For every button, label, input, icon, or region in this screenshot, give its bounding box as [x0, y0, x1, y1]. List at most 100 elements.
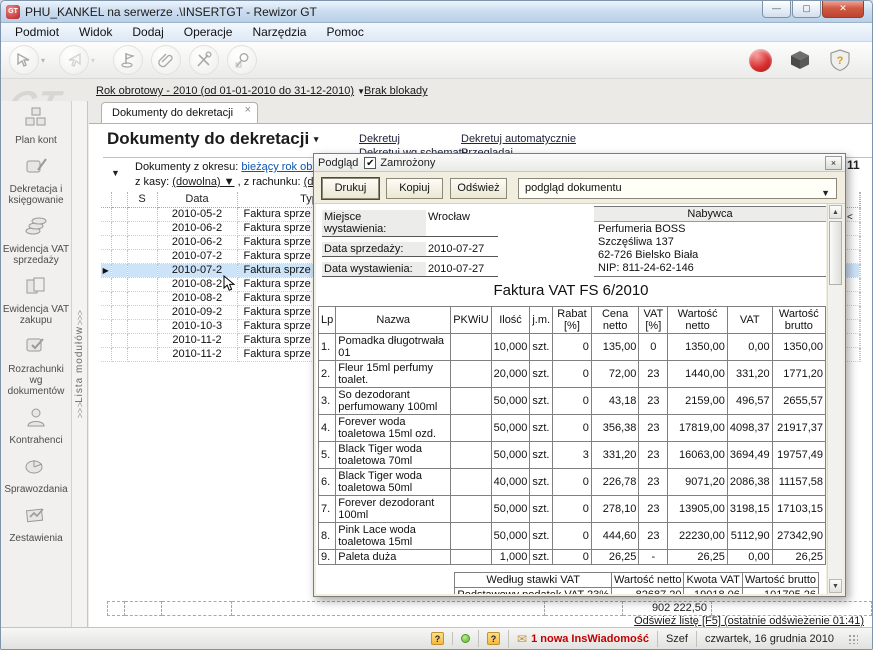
- vat-summary-row: Podstawowy podatek VAT 23% 82687,20 1901…: [455, 588, 819, 595]
- page-title-caret-icon[interactable]: ▾: [314, 134, 319, 144]
- cube-icon[interactable]: [785, 45, 815, 75]
- sidebar-item-sprawozdania[interactable]: Sprawozdania: [1, 450, 71, 499]
- preview-dialog-title: Podgląd: [318, 157, 358, 169]
- flag-icon[interactable]: [113, 45, 143, 75]
- chart-of-accounts-icon: [23, 106, 49, 133]
- date-segment[interactable]: czwartek, 16 grudnia 2010: [696, 631, 842, 647]
- view-mode-select[interactable]: podgląd dokumentu ▼: [518, 178, 837, 199]
- items-header-row: LpNazwaPKWiUIlośćj.m.Rabat [%]Cena netto…: [319, 307, 826, 334]
- preview-dialog-titlebar[interactable]: Podgląd ✔ Zamrożony ×: [314, 154, 845, 172]
- back-dropdown-icon[interactable]: ▾: [41, 56, 45, 65]
- svg-text:?: ?: [837, 55, 844, 67]
- lock-status-link[interactable]: Brak blokady: [364, 85, 428, 97]
- dekretuj-automatycznie-link[interactable]: Dekretuj automatycznie: [461, 133, 576, 145]
- row-marker-icon: [101, 221, 111, 235]
- sidebar-item-plan-kont[interactable]: Plan kont: [1, 101, 71, 150]
- window-title: PHU_KANKEL na serwerze .\INSERTGT - Rewi…: [25, 5, 317, 19]
- search-icon[interactable]: [227, 45, 257, 75]
- sidebar-item-rozrachunki[interactable]: Rozrachunki wg dokumentów: [1, 330, 71, 401]
- row-marker-icon: [101, 291, 111, 305]
- help-indicator-2[interactable]: ?: [478, 630, 508, 647]
- help-indicator-1[interactable]: ?: [423, 630, 452, 647]
- vat-summary-header: Według stawki VATWartość nettoKwota VATW…: [455, 573, 819, 588]
- truncated-column-fragment: <: [847, 212, 853, 223]
- print-button[interactable]: Drukuj: [322, 178, 379, 199]
- maximize-button[interactable]: ▢: [792, 1, 821, 18]
- combo-caret-icon: ▼: [821, 184, 830, 203]
- invoice-item-row: 5. Black Tiger woda toaletowa 70ml 50,00…: [319, 442, 826, 469]
- sidebar-item-dekretacja[interactable]: Dekretacja i księgowanie: [1, 150, 71, 210]
- title-bar: GT PHU_KANKEL na serwerze .\INSERTGT - R…: [1, 1, 872, 23]
- back-icon[interactable]: [9, 45, 39, 75]
- module-strip[interactable]: > > > Lista modułów > > >: [71, 101, 88, 627]
- frozen-checkbox[interactable]: ✔: [364, 157, 376, 169]
- menu-item[interactable]: Dodaj: [122, 23, 173, 41]
- frozen-label: Zamrożony: [380, 157, 435, 169]
- invoice-buyer-block: Nabywca Perfumeria BOSS Szczęśliwa 137 6…: [594, 206, 826, 277]
- menu-item[interactable]: Pomoc: [316, 23, 373, 41]
- mouse-cursor-icon: [223, 275, 236, 297]
- forward-icon[interactable]: [59, 45, 89, 75]
- dekretuj-link[interactable]: Dekretuj: [359, 133, 400, 145]
- scrollbar-thumb[interactable]: [829, 221, 842, 285]
- column-s: S: [127, 192, 157, 207]
- messages-segment[interactable]: ✉ 1 nowa InsWiadomość: [508, 630, 657, 648]
- filter-period-row: Dokumenty z okresu: bieżący rok obrot: [135, 161, 325, 173]
- invoice-item-row: 7. Forever dezodorant 100ml 50,000 szt. …: [319, 496, 826, 523]
- app-icon: GT: [6, 5, 20, 19]
- person-icon: [23, 406, 49, 433]
- page-title: Dokumenty do dekretacji ▾: [107, 129, 318, 149]
- cash-filter-link[interactable]: (dowolna) ▼: [172, 176, 234, 188]
- menu-item[interactable]: Narzędzia: [242, 23, 316, 41]
- menu-item[interactable]: Widok: [69, 23, 122, 41]
- invoice-item-row: 4. Forever woda toaletowa 15ml ozd. 50,0…: [319, 415, 826, 442]
- green-status-icon: [461, 634, 470, 643]
- main-toolbar: ▾ ▾ ?: [1, 42, 872, 79]
- copy-button[interactable]: Kopiuj: [386, 178, 443, 199]
- filter-cash-row: z kasy: (dowolna) ▼ , z rachunku: (do: [135, 176, 320, 188]
- vat-summary-table: Według stawki VATWartość nettoKwota VATW…: [454, 572, 819, 594]
- tools-icon[interactable]: [189, 45, 219, 75]
- fiscal-year-selector[interactable]: Rok obrotowy - 2010 (od 01-01-2010 do 31…: [96, 85, 365, 97]
- preview-dialog: Podgląd ✔ Zamrożony × Drukuj Kopiuj Odśw…: [313, 153, 846, 597]
- invoice-items-table: LpNazwaPKWiUIlośćj.m.Rabat [%]Cena netto…: [318, 306, 826, 565]
- envelope-icon: ✉: [517, 632, 527, 646]
- scroll-down-icon[interactable]: ▼: [829, 579, 842, 593]
- menu-item[interactable]: Podmiot: [5, 23, 69, 41]
- preview-toolbar: Drukuj Kopiuj Odśwież podgląd dokumentu …: [314, 173, 845, 204]
- filter-collapse-icon[interactable]: ▼: [111, 168, 120, 178]
- status-bar: ? ? ✉ 1 nowa InsWiadomość Szef czwartek,…: [1, 627, 872, 649]
- tab-dokumenty-do-dekretacji[interactable]: Dokumenty do dekretacji ×: [101, 102, 258, 124]
- invoice-item-row: 6. Black Tiger woda toaletowa 50ml 40,00…: [319, 469, 826, 496]
- sidebar-item-kontrahenci[interactable]: Kontrahenci: [1, 401, 71, 450]
- resize-grip[interactable]: [848, 634, 858, 644]
- purchase-box-icon: [23, 275, 49, 302]
- invoice-title: Faktura VAT FS 6/2010: [316, 282, 826, 299]
- preview-scrollbar[interactable]: ▲ ▼: [827, 204, 843, 594]
- row-marker-icon: [101, 305, 111, 319]
- invoice-item-row: 3. So dezodorant perfumowany 100ml 50,00…: [319, 388, 826, 415]
- tab-close-icon[interactable]: ×: [245, 104, 251, 116]
- sidebar-item-zestawienia[interactable]: Zestawienia: [1, 499, 71, 548]
- user-segment[interactable]: Szef: [657, 631, 696, 647]
- summary-amount: 902 222,50: [623, 601, 712, 616]
- refresh-button[interactable]: Odśwież: [450, 178, 507, 199]
- chevron-icon: >: [75, 413, 85, 418]
- row-marker-icon: [101, 235, 111, 249]
- refresh-list-link[interactable]: Odśwież listę [F5] (ostatnie odświeżenie…: [634, 615, 864, 627]
- row-marker-icon: ▶: [101, 263, 111, 277]
- tab-strip: Dokumenty do dekretacji ×: [89, 101, 872, 123]
- minimize-button[interactable]: —: [762, 1, 791, 18]
- invoice-item-row: 9. Paleta duża 1,000 szt. 0 26,25 - 26,2…: [319, 550, 826, 565]
- help-shield-icon[interactable]: ?: [825, 45, 855, 75]
- booking-pencil-icon: [23, 155, 49, 182]
- sidebar-item-vat-zakupu[interactable]: Ewidencja VAT zakupu: [1, 270, 71, 330]
- close-button[interactable]: ✕: [822, 1, 864, 18]
- menu-bar: PodmiotWidokDodajOperacjeNarzędziaPomoc: [1, 23, 872, 42]
- menu-item[interactable]: Operacje: [174, 23, 243, 41]
- preview-close-icon[interactable]: ×: [825, 156, 842, 170]
- insert-sphere-icon[interactable]: [745, 45, 775, 75]
- attachment-icon[interactable]: [151, 45, 181, 75]
- scroll-up-icon[interactable]: ▲: [829, 205, 842, 219]
- sidebar-item-vat-sprzedazy[interactable]: Ewidencja VAT sprzedaży: [1, 210, 71, 270]
